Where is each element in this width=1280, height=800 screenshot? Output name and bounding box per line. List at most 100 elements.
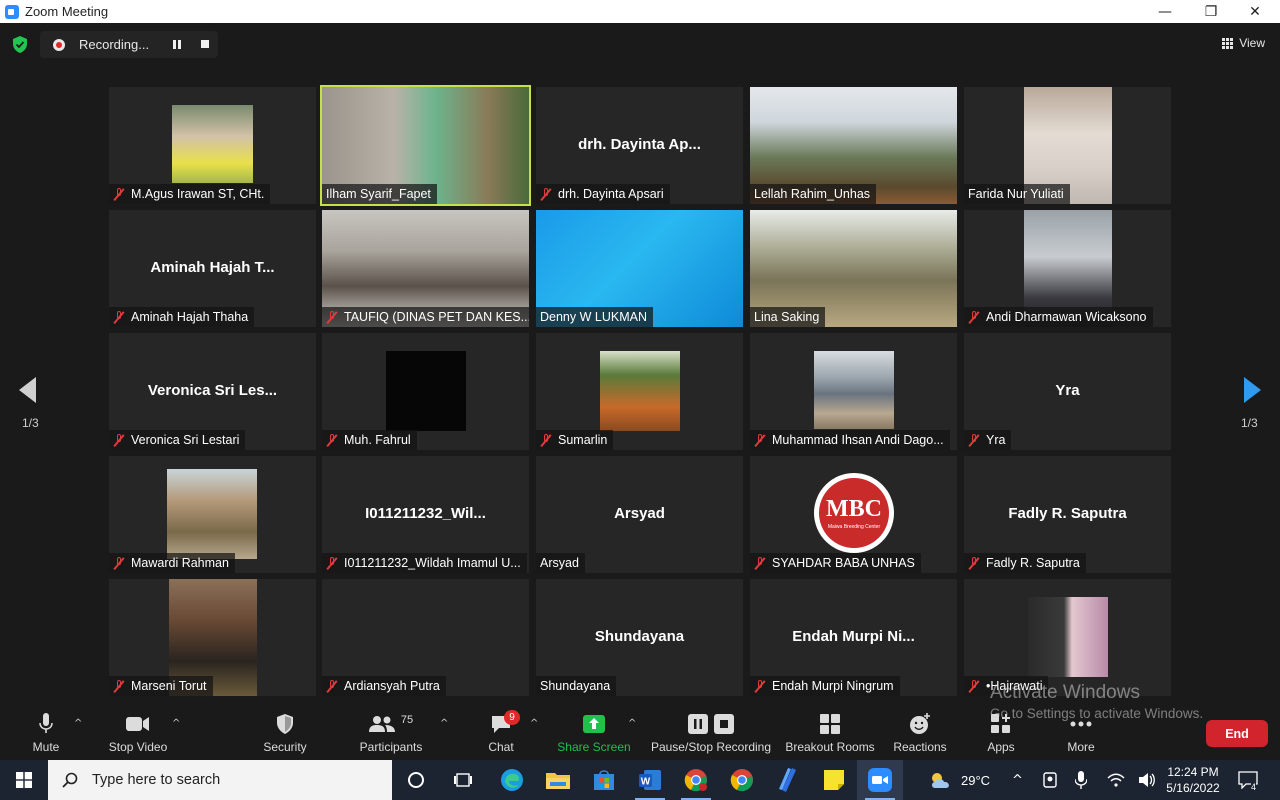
participant-tile[interactable]: MBC Maiwa Breeding Center SYAHDAR BABA UNH… [750,456,957,573]
participant-name-label: Lellah Rahim_Unhas [750,184,877,204]
participant-name: Veronica Sri Lestari [131,433,240,447]
end-meeting-button[interactable]: End [1206,720,1268,747]
taskbar-search-box[interactable]: Type here to search [48,760,392,800]
logo-text: MBC [826,496,882,522]
chat-button[interactable]: 9 Chat [484,708,520,760]
participant-tile[interactable]: Lellah Rahim_Unhas [750,87,957,204]
security-button[interactable]: Security [258,708,312,760]
participant-tile[interactable]: I011211232_Wil... I011211232_Wildah Imamu… [322,456,529,573]
taskbar-clock[interactable]: 12:24 PM 5/16/2022 [1162,764,1224,796]
participant-tile[interactable]: Aminah Hajah T... Aminah Hajah Thaha [109,210,316,327]
participant-tile[interactable]: TAUFIQ (DINAS PET DAN KES... [322,210,529,327]
participant-tile[interactable]: Fadly R. Saputra Fadly R. Saputra [964,456,1171,573]
participant-tile[interactable]: Veronica Sri Les... Veronica Sri Lestari [109,333,316,450]
chrome-browser-icon[interactable] [719,760,765,800]
participant-name-label: Yra [964,430,1012,450]
participant-tile[interactable]: Arsyad Arsyad [536,456,743,573]
participant-tile[interactable]: Denny W LUKMAN [536,210,743,327]
participant-tile[interactable]: M.Agus Irawan ST, CHt. [109,87,316,204]
participant-tile[interactable]: Muhammad Ihsan Andi Dago... [750,333,957,450]
pause-stop-recording-button[interactable]: Pause/Stop Recording [650,708,772,760]
reactions-button[interactable]: Reactions [892,708,948,760]
participant-video-feed [172,105,253,183]
zoom-taskbar-icon[interactable] [857,760,903,800]
participant-tile[interactable]: Ardiansyah Putra [322,579,529,696]
microphone-icon [39,713,53,733]
participant-tile[interactable]: Ilham Syarif_Fapet [320,85,531,206]
next-page-arrow-icon[interactable] [1244,377,1261,403]
muted-microphone-icon [113,187,125,201]
muted-microphone-icon [968,556,980,570]
sticky-notes-icon[interactable] [811,760,857,800]
participant-name-label: Arsyad [536,553,585,573]
participant-name: Lina Saking [754,310,820,324]
view-button[interactable]: View [1222,36,1265,50]
network-wifi-icon[interactable] [1107,760,1125,800]
maximize-button[interactable]: ❐ [1188,0,1234,23]
notification-center-icon[interactable]: 4 [1238,760,1258,800]
participant-name: M.Agus Irawan ST, CHt. [131,187,265,201]
audio-options-caret-icon[interactable]: ^ [74,718,82,729]
chat-options-caret-icon[interactable]: ^ [530,718,538,729]
muted-microphone-icon [968,679,980,693]
participant-video-feed [1028,597,1108,677]
participants-options-caret-icon[interactable]: ^ [440,718,448,729]
edge-browser-icon[interactable] [489,760,535,800]
webcam-tray-icon[interactable] [1043,760,1057,800]
breakout-rooms-icon [820,714,840,734]
participant-tile[interactable]: Farida Nur Yuliati [964,87,1171,204]
participant-tile[interactable]: Shundayana Shundayana [536,579,743,696]
mute-button[interactable]: Mute [26,708,66,760]
show-hidden-icons-chevron-icon[interactable]: ^ [1012,760,1023,800]
video-camera-icon [126,717,149,731]
participant-name-label: M.Agus Irawan ST, CHt. [109,184,271,204]
participant-name: Lellah Rahim_Unhas [754,187,871,201]
participant-name: Fadly R. Saputra [986,556,1080,570]
pause-recording-icon[interactable] [173,40,182,49]
participant-tile[interactable]: Muh. Fahrul [322,333,529,450]
pen-app-icon[interactable] [765,760,811,800]
task-view-icon[interactable] [440,760,486,800]
participant-name: Denny W LUKMAN [540,310,647,324]
stop-video-button[interactable]: Stop Video [104,708,172,760]
stop-recording-icon[interactable] [201,40,209,48]
minimize-button[interactable]: — [1142,0,1188,23]
participant-video-feed [167,469,257,559]
word-app-icon[interactable]: W [627,760,673,800]
participant-name-label: Mawardi Rahman [109,553,235,573]
security-shield-icon[interactable] [12,36,28,53]
participant-tile[interactable]: Andi Dharmawan Wicaksono [964,210,1171,327]
previous-page-arrow-icon[interactable] [19,377,36,403]
share-screen-button[interactable]: Share Screen [556,708,632,760]
window-title: Zoom Meeting [25,4,109,19]
weather-widget[interactable]: 29°C [930,760,990,800]
participant-name: I011211232_Wildah Imamul U... [344,556,521,570]
participant-tile[interactable]: Lina Saking [750,210,957,327]
volume-speaker-icon[interactable] [1138,760,1156,800]
search-icon [62,772,78,788]
video-options-caret-icon[interactable]: ^ [172,718,180,729]
participant-name: Ardiansyah Putra [344,679,440,693]
start-button[interactable] [0,760,48,800]
participant-name: Shundayana [540,679,611,693]
breakout-rooms-button[interactable]: Breakout Rooms [784,708,876,760]
close-button[interactable]: ✕ [1232,0,1278,23]
file-explorer-icon[interactable] [535,760,581,800]
participant-tile[interactable]: Yra Yra [964,333,1171,450]
participant-tile[interactable]: Sumarlin [536,333,743,450]
participant-tile[interactable]: Mawardi Rahman [109,456,316,573]
share-options-caret-icon[interactable]: ^ [628,718,636,729]
cortana-icon[interactable] [393,760,439,800]
participant-name: Muh. Fahrul [344,433,411,447]
participant-tile[interactable]: Marseni Torut [109,579,316,696]
participant-tile[interactable]: •Hajrawati [964,579,1171,696]
participant-tile[interactable]: drh. Dayinta Ap... drh. Dayinta Apsari [536,87,743,204]
participants-button[interactable]: 75 Participants [356,708,426,760]
microsoft-store-icon[interactable] [581,760,627,800]
participant-name-label: I011211232_Wildah Imamul U... [322,553,527,573]
window-title-bar: Zoom Meeting — ❐ ✕ [0,0,1280,23]
microphone-tray-icon[interactable] [1075,760,1087,800]
chrome-profile-icon[interactable] [673,760,719,800]
muted-microphone-icon [754,556,766,570]
participant-tile[interactable]: Endah Murpi Ni... Endah Murpi Ningrum [750,579,957,696]
